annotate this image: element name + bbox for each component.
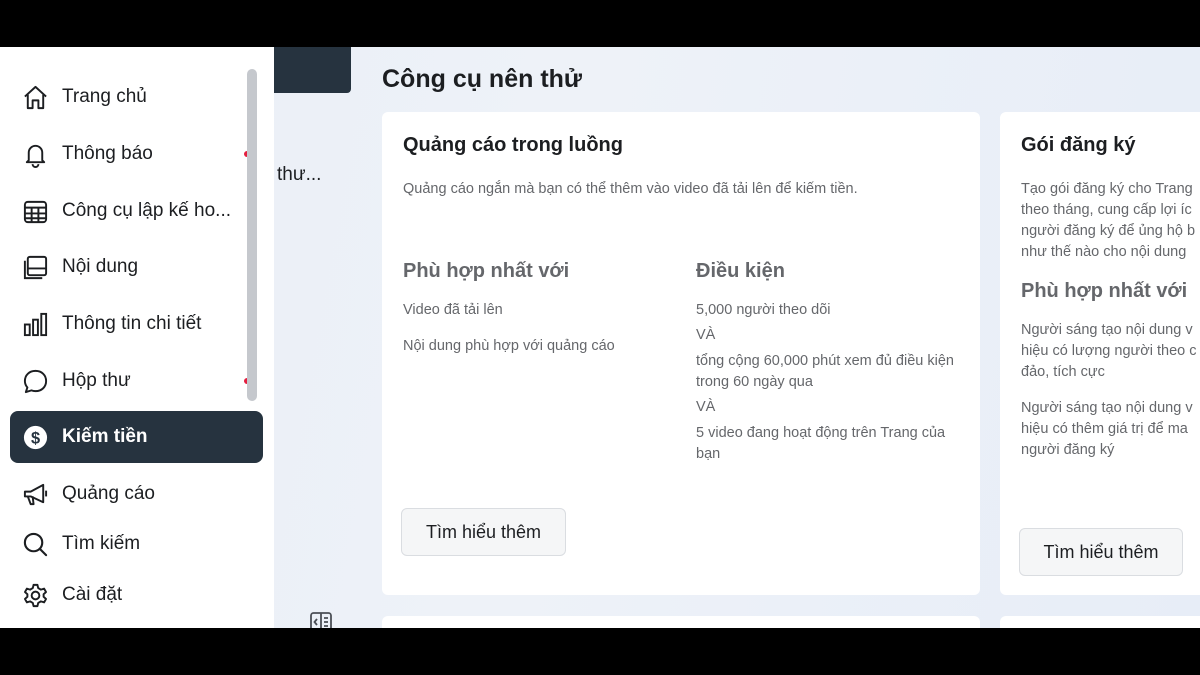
sidebar-item-label: Cài đặt (62, 584, 123, 605)
top-black-bar (0, 0, 1200, 47)
in-stream-ads-card: Quảng cáo trong luồng Quảng cáo ngắn mà … (382, 112, 980, 595)
sidebar-item-notifications[interactable]: Thông báo (10, 128, 263, 180)
best-for-heading: Phù hợp nhất với (403, 260, 570, 282)
megaphone-icon (21, 480, 49, 508)
sidebar-item-label: Quảng cáo (62, 483, 155, 504)
card-description: Quảng cáo ngắn mà bạn có thể thêm vào vi… (403, 181, 858, 197)
best-for-item: Video đã tải lên (403, 302, 503, 318)
sidebar-item-label: Trang chủ (62, 86, 147, 107)
bar-chart-icon (21, 310, 49, 338)
home-icon (21, 83, 49, 111)
dollar-icon: $ (21, 423, 49, 451)
sidebar-item-ads[interactable]: Quảng cáo (10, 468, 263, 520)
subscriptions-card: Gói đăng ký Tạo gói đăng ký cho Trang th… (1000, 112, 1200, 595)
requirement-item: VÀ (696, 399, 716, 415)
sidebar-item-label: Thông tin chi tiết (62, 313, 202, 334)
sidebar-item-label: Kiếm tiền (62, 426, 148, 447)
learn-more-button[interactable]: Tìm hiểu thêm (1019, 528, 1183, 576)
requirement-item: 5,000 người theo dõi (696, 302, 831, 318)
sidebar-item-label: Nội dung (62, 256, 139, 277)
svg-text:$: $ (30, 429, 39, 447)
next-card (1000, 616, 1200, 628)
next-card (382, 616, 980, 628)
sidebar-item-content[interactable]: Nội dung (10, 241, 263, 293)
sidebar-item-home[interactable]: Trang chủ (10, 71, 263, 123)
sidebar-item-label: Tìm kiếm (62, 533, 141, 554)
sidebar-item-label: Thông báo (62, 143, 153, 164)
sidebar-item-inbox[interactable]: Hộp thư (10, 355, 263, 407)
learn-more-button[interactable]: Tìm hiểu thêm (401, 508, 566, 556)
requirement-item: 5 video đang hoạt động trên Trang của bạ… (696, 425, 946, 462)
requirement-item: VÀ (696, 327, 716, 343)
best-for-item: Nội dung phù hợp với quảng cáo (403, 338, 615, 354)
sidebar: Trang chủ Thông báo Công cụ lập kế ho...… (0, 47, 274, 628)
bell-icon (21, 140, 49, 168)
sidebar-item-insights[interactable]: Thông tin chi tiết (10, 298, 263, 350)
card-title: Gói đăng ký (1021, 134, 1136, 156)
card-description: Tạo gói đăng ký cho Trang theo tháng, cu… (1021, 181, 1196, 260)
best-for-item: Người sáng tạo nội dung v hiệu có lượng … (1021, 322, 1197, 380)
sidebar-item-label: Hộp thư (62, 370, 131, 391)
gear-icon (21, 581, 49, 609)
requirement-item: tổng cộng 60,000 phút xem đủ điều kiện t… (696, 353, 954, 390)
sidebar-item-monetization[interactable]: $ Kiếm tiền (10, 411, 263, 463)
secondary-nav-active-tab[interactable] (274, 47, 351, 93)
search-icon (21, 530, 49, 558)
secondary-nav-truncated-label[interactable]: thư... (277, 164, 321, 186)
sidebar-scrollbar[interactable] (247, 69, 257, 401)
requirements-heading: Điều kiện (696, 260, 785, 282)
content-icon (21, 253, 49, 281)
chat-bubble-icon (21, 367, 49, 395)
collapse-panel-icon[interactable] (309, 610, 333, 628)
sidebar-item-settings[interactable]: Cài đặt (10, 569, 263, 621)
best-for-item: Người sáng tạo nội dung v hiệu có thêm g… (1021, 400, 1193, 458)
bottom-black-bar (0, 628, 1200, 675)
section-title: Công cụ nên thử (382, 65, 583, 93)
best-for-heading: Phù hợp nhất với (1021, 280, 1188, 302)
calendar-icon (21, 197, 49, 225)
sidebar-item-search[interactable]: Tìm kiếm (10, 518, 263, 570)
card-title: Quảng cáo trong luồng (403, 134, 623, 156)
sidebar-item-planner[interactable]: Công cụ lập kế ho... (10, 185, 263, 237)
app-viewport: Trang chủ Thông báo Công cụ lập kế ho...… (0, 47, 1200, 628)
sidebar-item-label: Công cụ lập kế ho... (62, 200, 231, 221)
